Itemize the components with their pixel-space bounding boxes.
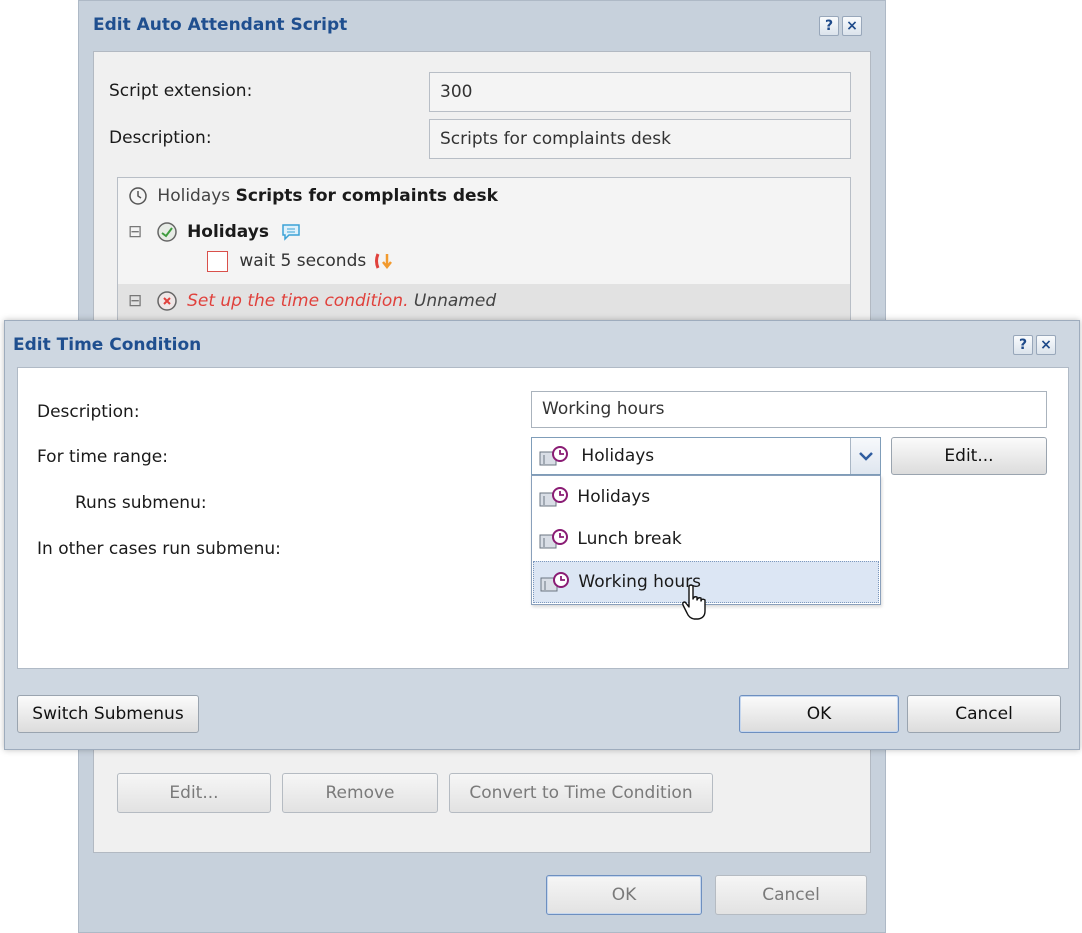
dialog-title: Edit Auto Attendant Script [93,15,348,35]
time-range-edit-button[interactable]: Edit... [891,437,1047,475]
chevron-down-icon [859,452,873,461]
time-condition-icon [156,222,177,242]
comment-icon [282,224,301,241]
phone-down-icon [374,253,392,270]
node-wait-label: wait 5 seconds [239,251,367,271]
ok-button[interactable]: OK [739,695,899,733]
dialog-title: Edit Time Condition [13,335,202,355]
time-condition-dialog: Edit Time Condition ? × Description: Wor… [4,320,1080,750]
cancel-button[interactable]: Cancel [907,695,1061,733]
help-button[interactable]: ? [1013,335,1033,355]
node-unnamed-label: Unnamed [413,291,497,311]
time-condition-error-icon [156,291,177,311]
tree-node-unnamed[interactable]: ⊟ Set up the time condition. Unnamed [118,284,850,320]
tree-root-name: Scripts for complaints desk [235,186,498,206]
description-input[interactable]: Working hours [531,391,1047,428]
collapse-toggle[interactable]: ⊟ [128,222,142,242]
close-button[interactable]: × [842,16,862,36]
ok-button[interactable]: OK [546,875,702,915]
cancel-button[interactable]: Cancel [715,875,867,915]
help-button[interactable]: ? [819,16,839,36]
description-label: Description: [109,128,212,148]
node-holidays-label: Holidays [187,222,269,242]
calendar-clock-icon [539,529,568,549]
option-label: Lunch break [577,529,682,549]
close-button[interactable]: × [1036,335,1056,355]
tree-root-prefix: Holidays [157,186,231,206]
switch-submenus-button[interactable]: Switch Submenus [17,695,199,733]
selected-value: Holidays [581,446,655,466]
calendar-clock-icon [539,446,568,466]
checkbox-icon[interactable] [207,250,228,272]
option-label: Holidays [577,487,651,507]
calendar-clock-icon [540,572,569,592]
extension-field[interactable]: 300 [429,72,851,112]
calendar-clock-icon [539,487,568,507]
tree-node-wait[interactable]: wait 5 seconds [207,250,394,272]
convert-button[interactable]: Convert to Time Condition [449,773,713,813]
time-range-select[interactable]: Holidays [531,437,881,475]
clock-icon [129,187,147,205]
dropdown-option[interactable]: Holidays [532,476,880,518]
error-message: Set up the time condition. [187,291,409,311]
edit-button[interactable]: Edit... [117,773,271,813]
tree-root[interactable]: Holidays Scripts for complaints desk [128,186,498,206]
hand-cursor-icon [682,584,706,620]
time-range-label: For time range: [37,447,168,467]
remove-button[interactable]: Remove [282,773,438,813]
extension-label: Script extension: [109,81,253,101]
runs-submenu-label: Runs submenu: [75,493,207,513]
tree-node-holidays[interactable]: ⊟ Holidays [128,221,302,243]
description-label: Description: [37,402,140,422]
collapse-toggle[interactable]: ⊟ [128,291,142,311]
other-cases-label: In other cases run submenu: [37,539,281,559]
dropdown-option[interactable]: Lunch break [532,518,880,560]
description-field[interactable]: Scripts for complaints desk [429,119,851,159]
script-tree: Holidays Scripts for complaints desk ⊟ H… [117,177,851,327]
dropdown-arrow-button[interactable] [850,438,880,474]
